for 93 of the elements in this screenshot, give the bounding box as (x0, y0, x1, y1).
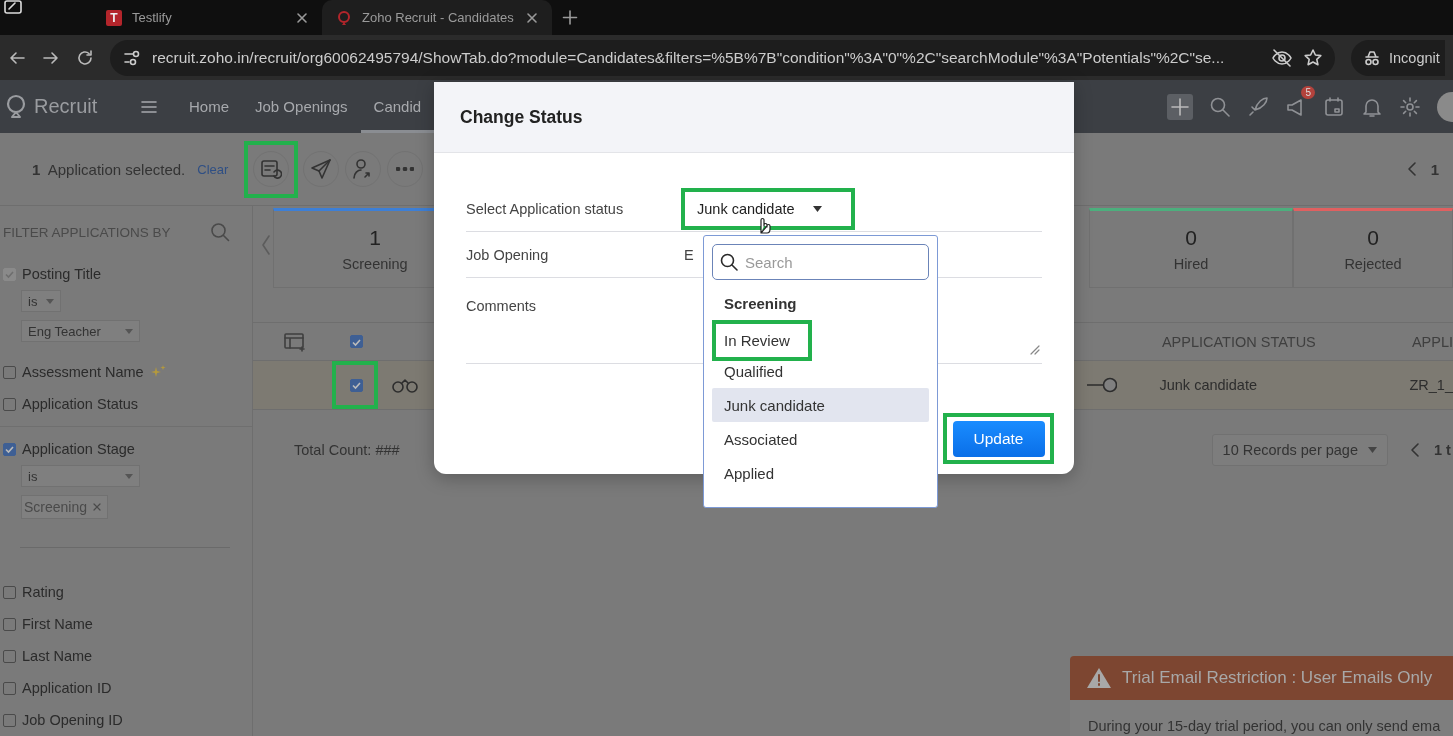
column-header: APPLI (1411, 333, 1453, 350)
page-range: 1 t (1434, 442, 1451, 458)
stage-count: 1 (369, 226, 381, 250)
more-icon (396, 167, 415, 171)
app-name: Recruit (34, 95, 98, 118)
filter-label: Posting Title (22, 266, 101, 282)
caret-icon (1368, 447, 1377, 453)
table-cell: ZR_1_ (1409, 377, 1453, 393)
operator-select[interactable]: is (21, 465, 140, 487)
search-icon[interactable] (210, 222, 230, 242)
resize-handle-icon (1030, 345, 1040, 355)
close-icon (296, 11, 308, 24)
table-cell-text: Junk candidate (1159, 377, 1258, 393)
toast-title: Trial Email Restriction : User Emails Only (1122, 668, 1433, 688)
window-icon (4, 0, 22, 14)
remove-icon (93, 503, 102, 511)
checkbox[interactable] (3, 681, 16, 695)
action-button[interactable] (303, 151, 340, 187)
browser-tab[interactable]: T Testlify (92, 0, 322, 35)
filter-label: Application ID (22, 680, 112, 696)
field-value: E (684, 246, 694, 263)
binoculars-icon[interactable] (391, 377, 419, 393)
caret-icon (125, 473, 133, 479)
calendar-icon[interactable] (1323, 95, 1345, 118)
stage-count: 0 (1367, 226, 1379, 250)
notification-badge: 5 (1301, 85, 1315, 99)
previous-page-icon[interactable] (1410, 442, 1420, 458)
column-header: APPLICATION STATUS (1161, 333, 1317, 350)
reload-icon[interactable] (76, 48, 94, 67)
search-icon (720, 253, 738, 271)
address-bar[interactable]: recruit.zoho.in/recruit/org60062495794/ShowTab.do?module=Candidates&filters=%5B%7B"condition"%3A"0"%2C"searchModule"%3A"Potentials"%2C"se... (110, 39, 1335, 76)
checkbox[interactable] (3, 713, 16, 727)
caret-icon (46, 298, 54, 304)
tab-favicon: T (106, 9, 122, 26)
warning-icon (1086, 667, 1112, 689)
dropdown-option[interactable]: Junk candidate (712, 388, 929, 422)
status-change-icon (260, 158, 283, 180)
stage-card[interactable]: 0 Rejected (1293, 208, 1453, 288)
row-checkbox[interactable] (350, 378, 363, 392)
checkbox[interactable] (3, 442, 16, 456)
stage-label: Hired (1173, 256, 1209, 272)
action-button[interactable] (253, 151, 290, 187)
filter-label: Job Opening ID (22, 712, 123, 728)
caret-icon (812, 205, 822, 212)
checkbox[interactable] (3, 617, 16, 631)
search-field[interactable]: Search (712, 244, 929, 280)
stage-label: Screening (342, 256, 408, 272)
dialog-title: Change Status (460, 106, 583, 128)
checkbox[interactable] (3, 649, 16, 663)
filter-label: Application Status (22, 396, 139, 412)
dropdown-option[interactable]: Associated (712, 422, 929, 456)
stage-count: 0 (1185, 226, 1197, 250)
filter-label: Application Stage (22, 441, 135, 457)
stage-card[interactable]: 0 Hired (1089, 208, 1293, 288)
page-number: 1 (1430, 160, 1439, 178)
option-group-label: Screening (723, 293, 798, 314)
browser-tab[interactable]: Zoho Recruit - Candidates (322, 0, 552, 35)
filter-label: Rating (22, 584, 64, 600)
page-size-select[interactable]: 10 Records per page (1211, 434, 1388, 466)
field-label: Comments (466, 298, 538, 314)
filter-label: First Name (22, 616, 93, 632)
dropdown-option[interactable]: Qualified (712, 354, 929, 388)
toast-message: During your 15-day trial period, you can only send ema (1088, 718, 1441, 734)
add-column-icon[interactable] (284, 331, 306, 352)
stage-label: Rejected (1344, 256, 1402, 272)
nav-tab[interactable]: Home (176, 80, 242, 133)
nav-tab[interactable]: Job Openings (242, 80, 361, 133)
checkbox[interactable] (3, 585, 16, 599)
plus-icon[interactable] (1167, 93, 1193, 120)
filter-label: Last Name (22, 648, 93, 664)
action-button[interactable] (387, 151, 424, 187)
logo-icon (4, 93, 28, 120)
caret-icon (125, 328, 133, 334)
selection-text: 1 Application selected. (32, 160, 186, 178)
star-icon (1303, 47, 1323, 68)
dropdown-option[interactable]: Applied (712, 456, 929, 490)
close-icon (526, 11, 538, 24)
location-pin-icon (336, 9, 352, 26)
select-all-checkbox[interactable] (350, 335, 363, 348)
dropdown-option[interactable]: In Review (716, 325, 796, 356)
send-icon (310, 158, 333, 180)
checkbox[interactable] (3, 365, 16, 379)
incognito-icon (1363, 48, 1381, 67)
checkbox[interactable] (3, 397, 16, 411)
previous-page-icon[interactable] (1406, 160, 1417, 177)
update-button[interactable]: Update (952, 420, 1045, 457)
search-icon[interactable] (1209, 95, 1231, 118)
settings-icon[interactable] (1399, 95, 1421, 118)
total-count: Total Count: ### (294, 442, 400, 458)
eye-off-icon (1271, 47, 1293, 68)
action-button[interactable] (345, 151, 382, 187)
profile-chip[interactable]: Incognit (1351, 39, 1445, 76)
filter-label: Assessment Name (22, 364, 144, 380)
